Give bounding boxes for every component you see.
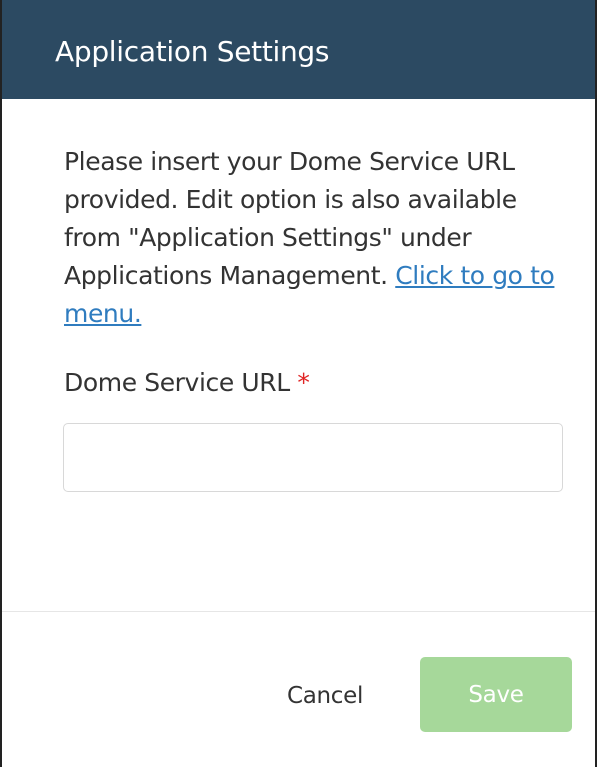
- required-marker: *: [297, 368, 310, 397]
- dialog-header: Application Settings: [2, 0, 595, 99]
- dialog-description: Please insert your Dome Service URL prov…: [64, 143, 564, 333]
- dome-service-url-label: Dome Service URL *: [64, 368, 310, 398]
- dialog-title: Application Settings: [55, 35, 330, 68]
- footer-divider: [2, 611, 595, 612]
- cancel-button[interactable]: Cancel: [270, 674, 380, 718]
- field-label-text: Dome Service URL: [64, 368, 290, 397]
- dome-service-url-input[interactable]: [63, 423, 563, 492]
- save-button[interactable]: Save: [420, 657, 572, 732]
- application-settings-dialog: Application Settings Please insert your …: [0, 0, 597, 767]
